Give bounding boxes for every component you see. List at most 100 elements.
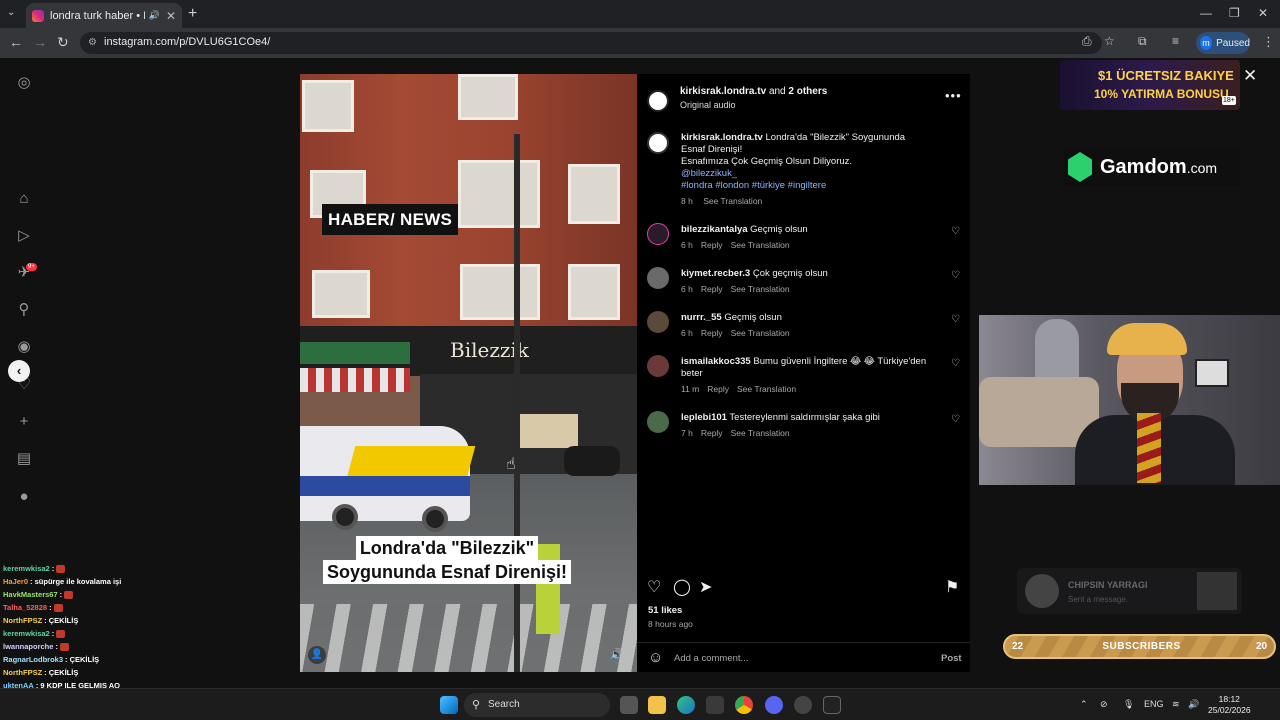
- close-post-icon[interactable]: ✕: [1243, 66, 1257, 86]
- comment-avatar[interactable]: [647, 311, 669, 333]
- app-icon[interactable]: [794, 696, 812, 714]
- reply-button[interactable]: Reply: [707, 384, 729, 394]
- volume-icon[interactable]: 🔊: [610, 648, 624, 661]
- site-info-icon[interactable]: ⚙: [88, 37, 97, 48]
- tagged-users-icon[interactable]: 👤: [308, 646, 326, 664]
- emoji-icon[interactable]: ☺: [648, 649, 663, 666]
- store-icon[interactable]: [706, 696, 724, 714]
- reel-video[interactable]: Bilezzik HABER/ NEWS Londra'da "Bilezzik…: [300, 74, 637, 672]
- comment-username[interactable]: kiymet.recber.3: [681, 268, 750, 279]
- search-icon[interactable]: ⚲: [15, 301, 33, 319]
- comment-avatar[interactable]: [647, 355, 669, 377]
- speaker-icon[interactable]: 🔊: [149, 10, 160, 21]
- extensions-icon[interactable]: ⧉: [1138, 34, 1147, 49]
- edge-icon[interactable]: [677, 696, 695, 714]
- author-avatar[interactable]: [647, 90, 669, 112]
- comment-like-heart-icon[interactable]: ♡: [951, 314, 960, 325]
- back-arrow-icon[interactable]: ←: [9, 34, 23, 50]
- caption-mention[interactable]: @bilezzikuk_: [681, 168, 737, 179]
- microphone-icon[interactable]: 🎙: [1123, 699, 1134, 710]
- subscribers-goal-bar: 22 SUBSCRIBERS 20: [1003, 634, 1276, 659]
- chat-username: NorthFPSZ: [3, 668, 43, 677]
- comment-like-heart-icon[interactable]: ♡: [951, 226, 960, 237]
- taskbar-clock[interactable]: 18:12 25/02/2026: [1208, 694, 1251, 716]
- comment-avatar[interactable]: [647, 223, 669, 245]
- comment-like-heart-icon[interactable]: ♡: [951, 358, 960, 369]
- comment-username[interactable]: ismailakkoc335: [681, 356, 751, 367]
- delivery-van: [300, 426, 476, 521]
- comment-like-heart-icon[interactable]: ♡: [951, 414, 960, 425]
- caption-see-translation[interactable]: See Translation: [703, 196, 762, 206]
- taskbar-search[interactable]: ⚲ Search: [464, 693, 610, 717]
- dashboard-icon[interactable]: ▤: [15, 450, 33, 468]
- comment-username[interactable]: leplebi101: [681, 412, 727, 423]
- network-off-icon[interactable]: ⊘: [1100, 699, 1108, 710]
- comment-username[interactable]: bilezzikantalya: [681, 224, 748, 235]
- reply-button[interactable]: Reply: [701, 240, 723, 250]
- header-username[interactable]: kirkisrak.londra.tv: [680, 86, 766, 97]
- epic-games-icon[interactable]: [823, 696, 841, 714]
- volume-tray-icon[interactable]: 🔊: [1188, 699, 1199, 710]
- comment-avatar[interactable]: [647, 267, 669, 289]
- create-plus-icon[interactable]: +: [15, 413, 33, 431]
- like-heart-icon[interactable]: ♡: [647, 577, 661, 597]
- explore-icon[interactable]: ◉: [15, 338, 33, 356]
- tray-overflow-icon[interactable]: ⌃: [1080, 699, 1088, 710]
- reply-button[interactable]: Reply: [701, 328, 723, 338]
- comment-username[interactable]: nurrr._55: [681, 312, 722, 323]
- caption-username[interactable]: kirkisrak.londra.tv: [681, 132, 763, 143]
- address-bar[interactable]: ⚙ instagram.com/p/DVLU6G1COe4/: [80, 32, 1102, 54]
- see-translation-button[interactable]: See Translation: [731, 428, 790, 438]
- comment-like-heart-icon[interactable]: ♡: [951, 270, 960, 281]
- comment-avatar[interactable]: [647, 411, 669, 433]
- caption-line-1: Londra'da "Bilezzik": [355, 536, 539, 560]
- browser-tabbar: ⌄ londra turk haber • Instagram 🔊 ✕ + — …: [0, 0, 1280, 28]
- window-close-icon[interactable]: ✕: [1258, 6, 1268, 20]
- previous-post-button[interactable]: ‹: [8, 360, 30, 382]
- language-indicator[interactable]: ENG: [1144, 699, 1164, 709]
- see-translation-button[interactable]: See Translation: [731, 328, 790, 338]
- caption-avatar[interactable]: [647, 132, 669, 154]
- tab-instagram[interactable]: londra turk haber • Instagram 🔊 ✕: [26, 3, 182, 28]
- reload-icon[interactable]: ↻: [57, 34, 69, 51]
- reply-button[interactable]: Reply: [701, 284, 723, 294]
- save-bookmark-icon[interactable]: ⚑: [945, 577, 959, 597]
- profile-avatar-icon[interactable]: ●: [15, 488, 33, 506]
- profile-button[interactable]: m Paused: [1196, 32, 1250, 54]
- minimize-icon[interactable]: —: [1200, 6, 1212, 20]
- reading-list-icon[interactable]: ≡: [1172, 34, 1179, 48]
- original-audio-link[interactable]: Original audio: [680, 100, 736, 110]
- tab-close-icon[interactable]: ✕: [166, 9, 176, 23]
- tab-search-chevron-icon[interactable]: ⌄: [7, 7, 15, 18]
- chrome-icon[interactable]: [735, 696, 753, 714]
- bookmark-star-icon[interactable]: ☆: [1104, 34, 1115, 48]
- restore-icon[interactable]: ❐: [1229, 6, 1240, 20]
- more-options-icon[interactable]: •••: [945, 88, 962, 103]
- install-app-icon[interactable]: ⎙: [1082, 34, 1092, 49]
- video-caption: Londra'da "Bilezzik" Soygununda Esnaf Di…: [316, 536, 578, 584]
- forward-arrow-icon[interactable]: →: [33, 34, 47, 50]
- stream-chat-line: NorthFPSZ: ÇEKİLİŞ: [3, 668, 78, 678]
- post-comment-button[interactable]: Post: [941, 653, 962, 664]
- file-explorer-icon[interactable]: [648, 696, 666, 714]
- chat-username: lwannaporche: [3, 642, 54, 651]
- wifi-icon[interactable]: ≋: [1172, 699, 1180, 710]
- home-icon[interactable]: ⌂: [15, 190, 33, 208]
- instagram-logo-icon[interactable]: ◎: [15, 74, 33, 92]
- see-translation-button[interactable]: See Translation: [731, 284, 790, 294]
- header-others[interactable]: 2 others: [788, 86, 827, 97]
- discord-icon[interactable]: [765, 696, 783, 714]
- reply-button[interactable]: Reply: [701, 428, 723, 438]
- comment-bubble-icon[interactable]: ◯: [673, 577, 691, 597]
- caption-hashtags[interactable]: #londra #london #türkiye #ingiltere: [681, 180, 826, 191]
- start-windows-icon[interactable]: [440, 696, 458, 714]
- browser-menu-icon[interactable]: ⋮: [1262, 34, 1275, 50]
- reels-icon[interactable]: ▷: [15, 227, 33, 245]
- add-comment-input[interactable]: Add a comment...: [674, 653, 748, 664]
- new-tab-button[interactable]: +: [188, 5, 197, 23]
- task-view-icon[interactable]: [620, 696, 638, 714]
- see-translation-button[interactable]: See Translation: [731, 240, 790, 250]
- likes-count[interactable]: 51 likes: [648, 605, 682, 616]
- share-icon[interactable]: ➤: [699, 577, 712, 597]
- see-translation-button[interactable]: See Translation: [737, 384, 796, 394]
